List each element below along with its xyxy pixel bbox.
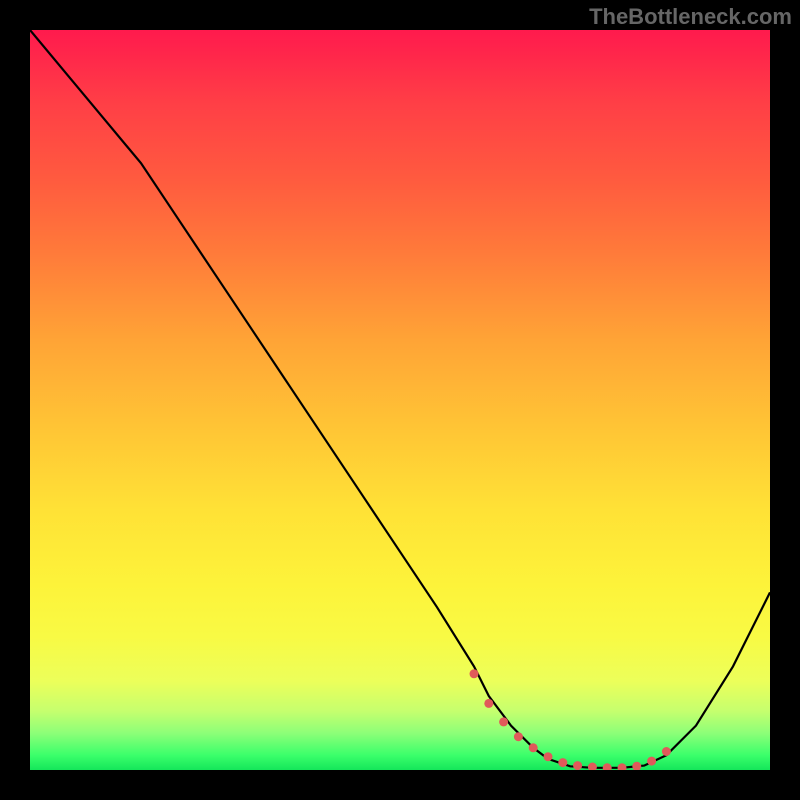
curve-marker xyxy=(470,669,479,678)
curve-marker xyxy=(544,752,553,761)
curve-marker xyxy=(662,747,671,756)
curve-marker xyxy=(632,762,641,770)
curve-marker xyxy=(603,763,612,770)
curve-marker xyxy=(499,717,508,726)
curve-marker xyxy=(647,757,656,766)
curve-marker xyxy=(514,732,523,741)
curve-marker xyxy=(529,743,538,752)
bottleneck-curve xyxy=(30,30,770,768)
chart-container: TheBottleneck.com xyxy=(0,0,800,800)
curve-marker xyxy=(573,761,582,770)
curve-marker xyxy=(618,763,627,770)
watermark-text: TheBottleneck.com xyxy=(589,4,792,30)
marker-group xyxy=(470,669,671,770)
curve-marker xyxy=(558,758,567,767)
curve-marker xyxy=(588,763,597,771)
chart-svg xyxy=(30,30,770,770)
curve-marker xyxy=(484,699,493,708)
